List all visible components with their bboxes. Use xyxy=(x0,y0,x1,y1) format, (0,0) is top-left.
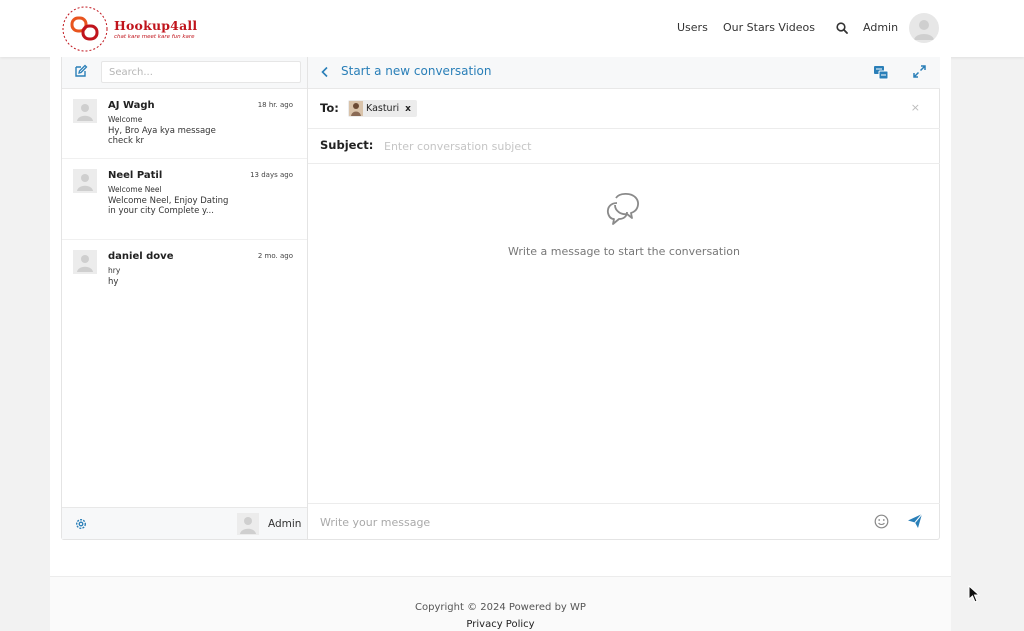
current-user-avatar xyxy=(237,513,259,535)
site-header: Hookup4all chat kare meet kare fun kare … xyxy=(0,0,1024,57)
mouse-cursor-icon xyxy=(968,585,980,603)
thread-item[interactable]: Neel Patil 13 days ago Welcome Neel Welc… xyxy=(62,159,307,240)
subject-input[interactable] xyxy=(384,135,924,157)
thread-avatar xyxy=(73,99,97,123)
thread-item[interactable]: daniel dove 2 mo. ago hry hy xyxy=(62,240,307,300)
thread-name: Neel Patil xyxy=(108,170,163,181)
conversation-pane: Start a new conversation To: Kasturi x ×… xyxy=(308,57,940,539)
send-icon[interactable] xyxy=(907,513,923,529)
privacy-policy-link[interactable]: Privacy Policy xyxy=(50,619,951,630)
logo-tagline: chat kare meet kare fun kare xyxy=(114,34,195,40)
avatar-placeholder-icon xyxy=(77,174,93,191)
thread-time: 13 days ago xyxy=(250,171,293,179)
messenger-widget: AJ Wagh 18 hr. ago Welcome Hy, Bro Aya k… xyxy=(61,57,940,540)
logo-mark-icon xyxy=(62,6,108,52)
thread-subject: hry xyxy=(108,266,121,275)
avatar-placeholder-icon xyxy=(77,104,93,121)
clear-recipients-button[interactable]: × xyxy=(911,101,920,114)
site-logo[interactable]: Hookup4all chat kare meet kare fun kare xyxy=(58,4,228,54)
avatar-placeholder-icon xyxy=(77,255,93,272)
chat-bubbles-icon xyxy=(606,192,639,225)
nav-admin-link[interactable]: Admin xyxy=(863,21,898,34)
current-user[interactable]: Admin xyxy=(237,513,307,535)
conversation-header: Start a new conversation xyxy=(308,57,940,89)
avatar-placeholder-icon xyxy=(914,20,934,40)
current-user-name: Admin xyxy=(268,518,302,530)
search-input[interactable] xyxy=(101,61,301,83)
nav-users-link[interactable]: Users xyxy=(677,21,708,34)
threads-sidebar: AJ Wagh 18 hr. ago Welcome Hy, Bro Aya k… xyxy=(62,57,308,539)
thread-preview: hy xyxy=(108,277,119,287)
recipient-photo-icon xyxy=(349,101,363,116)
thread-time: 2 mo. ago xyxy=(257,252,293,260)
recipient-name: Kasturi xyxy=(366,103,400,114)
compose-icon[interactable] xyxy=(74,64,88,78)
copyright-text: Copyright © 2024 Powered by WP xyxy=(415,602,586,613)
user-avatar[interactable] xyxy=(909,13,939,43)
gear-icon[interactable] xyxy=(74,517,88,531)
search-icon[interactable] xyxy=(836,22,848,34)
emoji-icon[interactable] xyxy=(874,514,889,529)
thread-preview: Welcome Neel, Enjoy Dating in your city … xyxy=(108,196,229,216)
empty-state-text: Write a message to start the conversatio… xyxy=(507,245,740,258)
subject-label: Subject: xyxy=(320,138,374,152)
thread-avatar xyxy=(73,169,97,193)
logo-title: Hookup4all xyxy=(114,18,198,33)
group-recipients-icon[interactable] xyxy=(873,65,889,80)
message-composer xyxy=(308,503,940,539)
conversation-title: Start a new conversation xyxy=(341,64,492,78)
to-label: To: xyxy=(320,101,339,115)
avatar-placeholder-icon xyxy=(240,517,256,534)
thread-time: 18 hr. ago xyxy=(257,101,293,109)
site-footer: Copyright © 2024 Powered by WP Privacy P… xyxy=(50,576,951,631)
expand-icon[interactable] xyxy=(913,65,926,78)
nav-videos-link[interactable]: Our Stars Videos xyxy=(723,21,815,34)
message-input[interactable] xyxy=(320,512,860,532)
thread-preview: Hy, Bro Aya kya message check kr xyxy=(108,126,216,146)
thread-item[interactable]: AJ Wagh 18 hr. ago Welcome Hy, Bro Aya k… xyxy=(62,89,307,159)
thread-name: daniel dove xyxy=(108,251,174,262)
subject-row: Subject: xyxy=(308,129,940,164)
thread-avatar xyxy=(73,250,97,274)
recipient-avatar xyxy=(349,101,363,116)
chevron-left-icon[interactable] xyxy=(320,66,330,78)
thread-subject: Welcome Neel xyxy=(108,185,162,194)
recipient-chip[interactable]: Kasturi x xyxy=(348,100,417,117)
thread-name: AJ Wagh xyxy=(108,100,155,111)
recipients-row: To: Kasturi x × xyxy=(308,89,940,129)
sidebar-footer: Admin xyxy=(62,507,307,539)
sidebar-header xyxy=(62,57,307,89)
remove-recipient-button[interactable]: x xyxy=(405,104,411,114)
thread-subject: Welcome xyxy=(108,115,143,124)
